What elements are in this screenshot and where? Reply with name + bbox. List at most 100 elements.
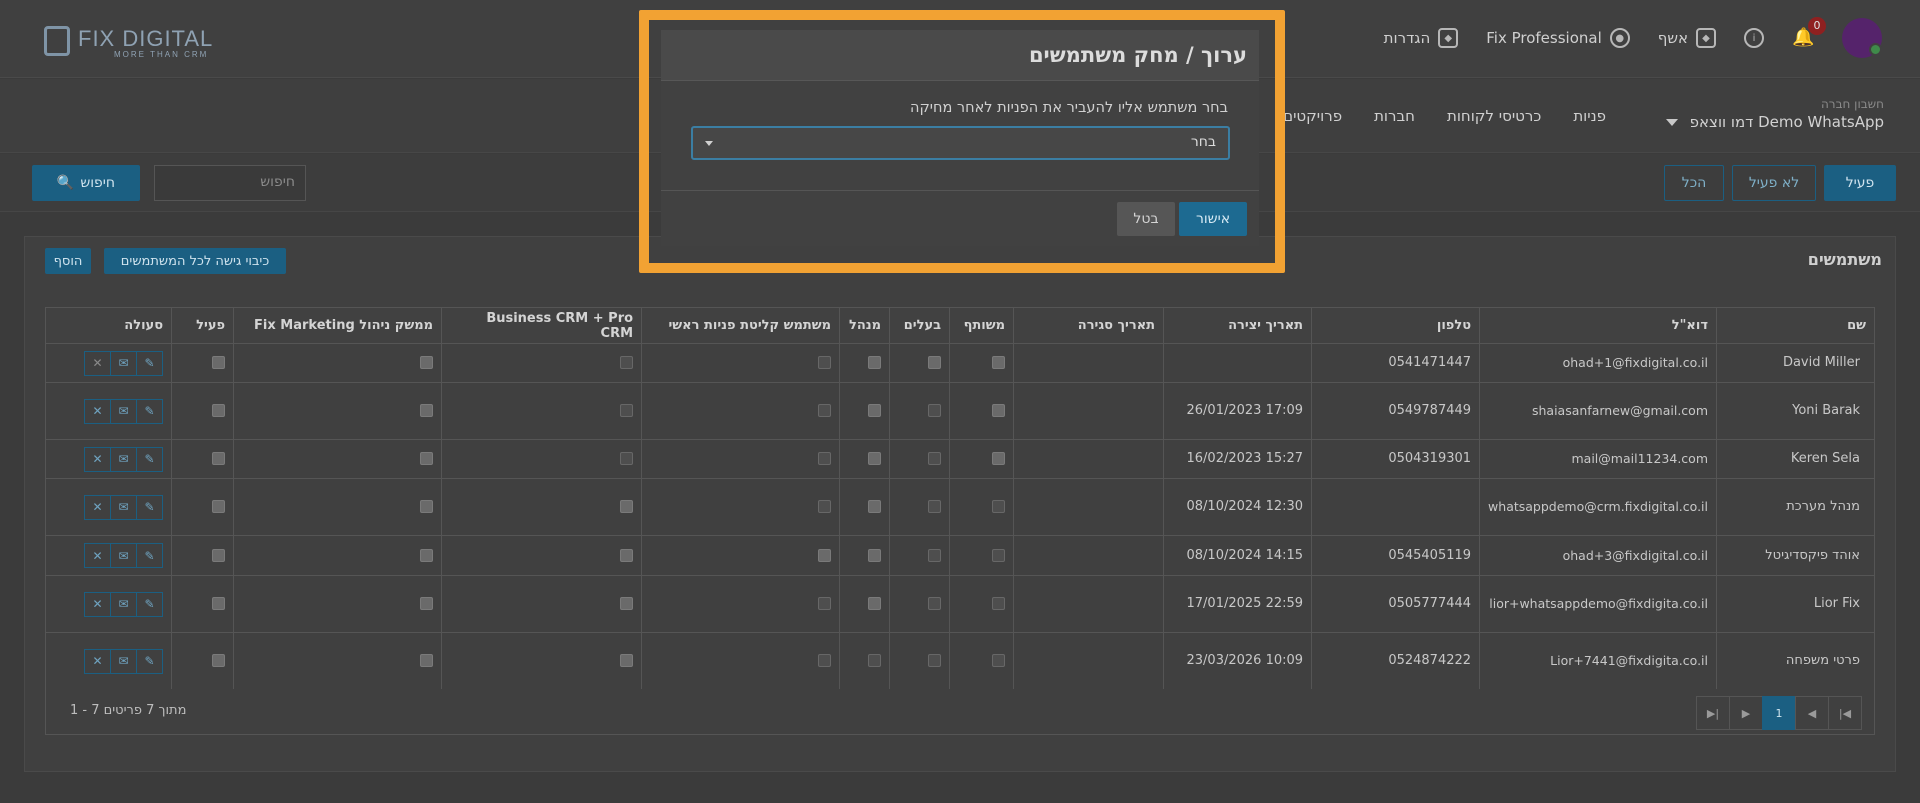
checkbox[interactable] <box>212 597 226 610</box>
delete-icon[interactable]: ✕ <box>84 543 112 568</box>
checkbox[interactable] <box>818 548 832 562</box>
chevron-down-icon[interactable] <box>1666 119 1678 126</box>
checkbox[interactable] <box>420 548 434 562</box>
cell-shared <box>949 439 1015 479</box>
last-page-icon[interactable]: ▶| <box>1696 696 1730 730</box>
checkbox[interactable] <box>928 356 942 369</box>
checkbox[interactable] <box>818 356 832 369</box>
checkbox[interactable] <box>620 597 634 610</box>
checkbox[interactable] <box>818 654 832 667</box>
mail-icon[interactable]: ✉ <box>110 591 138 617</box>
add-user-button[interactable]: הוסף <box>45 248 91 274</box>
search-input[interactable]: חיפוש <box>154 165 306 201</box>
edit-icon[interactable]: ✎ <box>136 591 164 617</box>
checkbox[interactable] <box>868 548 882 562</box>
checkbox[interactable] <box>868 452 882 465</box>
checkbox[interactable] <box>620 356 634 369</box>
cell-phone: 0505777444 <box>1311 575 1481 633</box>
nav-item-inquiries[interactable]: פניות <box>1557 107 1622 125</box>
confirm-button[interactable]: אישור <box>1179 202 1247 236</box>
delete-icon[interactable]: ✕ <box>84 446 112 472</box>
checkbox[interactable] <box>420 654 434 667</box>
checkbox[interactable] <box>818 452 832 465</box>
next-page-icon[interactable]: ▶ <box>1729 696 1763 730</box>
checkbox[interactable] <box>420 404 434 417</box>
checkbox[interactable] <box>212 452 226 465</box>
checkbox[interactable] <box>992 500 1006 513</box>
mail-icon[interactable]: ✉ <box>110 446 138 472</box>
checkbox[interactable] <box>992 404 1006 417</box>
filter-all-button[interactable]: הכל <box>1664 165 1724 201</box>
edit-icon[interactable]: ✎ <box>136 446 164 472</box>
transfer-user-select[interactable]: בחר <box>691 126 1230 160</box>
checkbox[interactable] <box>868 500 882 513</box>
checkbox[interactable] <box>620 548 634 562</box>
mail-icon[interactable]: ✉ <box>110 648 138 674</box>
disable-access-all-button[interactable]: כיבוי גישה לכל המשתמשים <box>104 248 286 274</box>
checkbox[interactable] <box>928 404 942 417</box>
delete-icon[interactable]: ✕ <box>84 398 112 424</box>
checkbox[interactable] <box>868 654 882 667</box>
mail-icon[interactable]: ✉ <box>110 543 138 568</box>
checkbox[interactable] <box>868 597 882 610</box>
search-button[interactable]: 🔍 חיפוש <box>32 165 140 201</box>
current-page-button[interactable]: 1 <box>1762 696 1796 730</box>
checkbox[interactable] <box>868 404 882 417</box>
checkbox[interactable] <box>868 356 882 369</box>
checkbox[interactable] <box>992 356 1006 369</box>
checkbox[interactable] <box>818 404 832 417</box>
settings-link[interactable]: הגדרות ◆ <box>1384 28 1459 48</box>
filter-inactive-button[interactable]: לא פעיל <box>1732 165 1816 201</box>
delete-icon[interactable]: ✕ <box>84 591 112 617</box>
checkbox[interactable] <box>928 597 942 610</box>
mail-icon[interactable]: ✉ <box>110 398 138 424</box>
checkbox[interactable] <box>420 500 434 513</box>
delete-icon[interactable]: ✕ <box>84 350 112 376</box>
checkbox[interactable] <box>992 548 1006 562</box>
checkbox[interactable] <box>992 654 1006 667</box>
edit-icon[interactable]: ✎ <box>136 350 164 376</box>
checkbox[interactable] <box>928 548 942 562</box>
nav-item-companies[interactable]: חברות <box>1358 107 1431 125</box>
checkbox[interactable] <box>212 654 226 667</box>
checkbox[interactable] <box>420 452 434 465</box>
checkbox[interactable] <box>620 452 634 465</box>
checkbox[interactable] <box>818 500 832 513</box>
checkbox[interactable] <box>992 452 1006 465</box>
checkbox[interactable] <box>928 452 942 465</box>
first-page-icon[interactable]: |◀ <box>1828 696 1862 730</box>
avatar[interactable] <box>1842 18 1882 58</box>
checkbox[interactable] <box>420 597 434 610</box>
fix-professional-link[interactable]: Fix Professional ● <box>1486 28 1630 48</box>
company-account-selector[interactable]: חשבון חברה דמו ווצאפ Demo WhatsApp <box>1690 97 1884 131</box>
checkbox[interactable] <box>620 500 634 513</box>
checkbox[interactable] <box>420 356 434 369</box>
checkbox[interactable] <box>928 500 942 513</box>
prev-page-icon[interactable]: ◀ <box>1795 696 1829 730</box>
checkbox[interactable] <box>212 548 226 562</box>
bell-icon[interactable]: 🔔 0 <box>1792 17 1826 49</box>
checkbox[interactable] <box>818 597 832 610</box>
checkbox[interactable] <box>212 356 226 369</box>
logo[interactable]: FIX DIGITAL MORE THAN CRM <box>44 22 244 62</box>
filter-active-button[interactable]: פעיל <box>1824 165 1896 201</box>
edit-icon[interactable]: ✎ <box>136 494 164 520</box>
checkbox[interactable] <box>212 500 226 513</box>
nav-item-customer-cards[interactable]: כרטיסי לקוחות <box>1431 107 1557 125</box>
mail-icon[interactable]: ✉ <box>110 494 138 520</box>
checkbox[interactable] <box>928 654 942 667</box>
delete-icon[interactable]: ✕ <box>84 648 112 674</box>
edit-icon[interactable]: ✎ <box>136 398 164 424</box>
cancel-button[interactable]: בטל <box>1117 202 1175 236</box>
checkbox[interactable] <box>620 404 634 417</box>
delete-icon[interactable]: ✕ <box>84 494 112 520</box>
checkbox[interactable] <box>212 404 226 417</box>
checkbox[interactable] <box>992 597 1006 610</box>
mail-icon[interactable]: ✉ <box>110 350 138 376</box>
info-button[interactable]: i <box>1744 28 1764 48</box>
edit-icon[interactable]: ✎ <box>136 543 164 568</box>
edit-icon[interactable]: ✎ <box>136 648 164 674</box>
checkbox[interactable] <box>620 654 634 667</box>
user-menu[interactable]: אשף ◆ <box>1658 28 1716 48</box>
shield-icon: ◆ <box>1696 28 1716 48</box>
